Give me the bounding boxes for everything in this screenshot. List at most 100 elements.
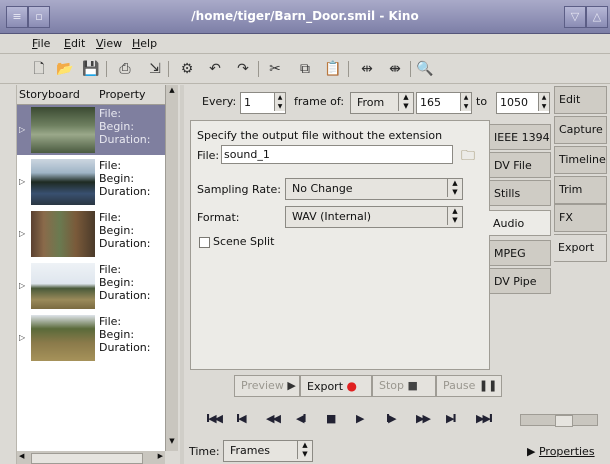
menu-view[interactable]: View: [96, 37, 122, 50]
tab-timeline[interactable]: Timeline: [554, 146, 607, 174]
stop-playback-icon[interactable]: ■: [326, 412, 337, 425]
tab-export[interactable]: Export: [554, 234, 607, 262]
expander-icon[interactable]: ▷: [19, 229, 25, 238]
expander-icon[interactable]: ▷: [19, 333, 25, 342]
clip-thumbnail: [31, 263, 95, 309]
storyboard-horizontal-scrollbar[interactable]: ◀ ▶: [17, 451, 165, 464]
spin-arrows-icon[interactable]: ▲ ▼: [460, 93, 471, 111]
tab-trim[interactable]: Trim: [554, 176, 607, 204]
format-label: Format:: [197, 211, 240, 224]
expander-icon[interactable]: ▷: [19, 125, 25, 134]
clip-thumbnail: [31, 211, 95, 257]
subtab-audio[interactable]: Audio: [489, 210, 551, 236]
clip-row[interactable]: ▷ File: Begin: Duration:: [17, 209, 165, 259]
redo-icon[interactable]: ↷: [232, 58, 254, 80]
previous-frame-icon[interactable]: ◀I: [296, 412, 306, 425]
pause-button[interactable]: Pause ❚❚: [436, 375, 502, 397]
every-spinner[interactable]: 1 ▲ ▼: [240, 92, 286, 114]
storyboard-column-header[interactable]: Storyboard: [19, 88, 80, 101]
frame-of-label: frame of:: [294, 95, 345, 108]
window-title: /home/tiger/Barn_Door.smil - Kino: [191, 9, 419, 23]
cut-icon[interactable]: ✂: [264, 58, 286, 80]
rewind-icon[interactable]: ◀◀: [266, 412, 281, 425]
spin-arrows-icon[interactable]: ▲ ▼: [538, 93, 549, 111]
previous-scene-icon[interactable]: I◀: [236, 412, 246, 425]
next-scene-icon[interactable]: ▶I: [446, 412, 456, 425]
position-slider[interactable]: [520, 414, 598, 427]
scroll-down-icon[interactable]: ▼: [167, 437, 177, 447]
stop-button[interactable]: Stop ■: [372, 375, 436, 397]
preview-button[interactable]: Preview ▶: [234, 375, 300, 397]
browse-folder-icon[interactable]: 🗀: [461, 145, 475, 169]
zoom-icon[interactable]: 🔍: [414, 58, 436, 80]
subtab-ieee1394[interactable]: IEEE 1394: [489, 124, 551, 150]
expander-icon[interactable]: ▷: [19, 177, 25, 186]
scroll-right-icon[interactable]: ▶: [158, 452, 163, 460]
scroll-left-icon[interactable]: ◀: [19, 452, 24, 460]
title-bar: ≡ ▫ /home/tiger/Barn_Door.smil - Kino ▽ …: [0, 0, 610, 34]
chevron-updown-icon: ▲ ▼: [447, 207, 462, 225]
clip-row[interactable]: ▷ File: Begin: Duration:: [17, 313, 165, 363]
capture-icon[interactable]: ⎙: [114, 58, 136, 80]
scene-split-label[interactable]: Scene Split: [213, 235, 274, 248]
storyboard-header: Storyboard Property: [17, 85, 165, 105]
fast-forward-icon[interactable]: ▶▶: [416, 412, 431, 425]
property-column-header[interactable]: Property: [99, 88, 146, 101]
play-icon: ▶: [287, 379, 296, 392]
tab-edit[interactable]: Edit: [554, 86, 607, 114]
clip-row[interactable]: ▷ File: Begin: Duration:: [17, 261, 165, 311]
subtab-dv-file[interactable]: DV File: [489, 152, 551, 178]
left-edge: [0, 85, 17, 464]
clip-row[interactable]: ▷ File: Begin: Duration:: [17, 105, 165, 155]
export-action-bar: Preview ▶ Export ● Stop ■ Pause ❚❚: [230, 373, 514, 399]
open-icon[interactable]: 📂: [54, 58, 76, 80]
tab-capture[interactable]: Capture: [554, 116, 607, 144]
import-icon[interactable]: ⇲: [144, 58, 166, 80]
file-input[interactable]: sound_1: [221, 145, 453, 164]
spin-arrows-icon[interactable]: ▲ ▼: [274, 93, 285, 111]
slider-thumb[interactable]: [555, 415, 573, 427]
range-row: Every: 1 ▲ ▼ frame of: From ▲ ▼ 165 ▲ ▼ to …: [190, 90, 555, 114]
scroll-up-icon[interactable]: ▲: [167, 86, 177, 96]
sampling-rate-label: Sampling Rate:: [197, 183, 281, 196]
to-frame-spinner[interactable]: 1050 ▲ ▼: [496, 92, 550, 114]
every-label: Every:: [202, 95, 237, 108]
properties-expander[interactable]: ▶ Properties: [527, 445, 595, 458]
clip-thumbnail: [31, 315, 95, 361]
subtab-stills[interactable]: Stills: [489, 180, 551, 206]
menu-help[interactable]: Help: [132, 37, 157, 50]
go-to-end-icon[interactable]: ▶▶I: [476, 412, 493, 425]
subtab-dv-pipe[interactable]: DV Pipe: [489, 268, 551, 294]
new-icon[interactable]: 🗋: [28, 58, 50, 80]
clip-row[interactable]: ▷ File: Begin: Duration:: [17, 157, 165, 207]
from-frame-spinner[interactable]: 165 ▲ ▼: [416, 92, 472, 114]
next-frame-icon[interactable]: I▶: [386, 412, 396, 425]
paste-icon[interactable]: 📋: [322, 58, 344, 80]
maximize-icon[interactable]: △: [586, 6, 608, 28]
join-icon[interactable]: ⇼: [384, 58, 406, 80]
expander-icon[interactable]: ▷: [19, 281, 25, 290]
scope-select[interactable]: From ▲ ▼: [350, 92, 414, 114]
undo-icon[interactable]: ↶: [204, 58, 226, 80]
format-select[interactable]: WAV (Internal) ▲ ▼: [285, 206, 463, 228]
export-button[interactable]: Export ●: [300, 375, 372, 397]
subtab-mpeg[interactable]: MPEG: [489, 240, 551, 266]
time-format-select[interactable]: Frames ▲ ▼: [223, 440, 313, 462]
copy-icon[interactable]: ⧉: [294, 58, 316, 80]
sampling-rate-select[interactable]: No Change ▲ ▼: [285, 178, 463, 200]
menu-file[interactable]: File: [32, 37, 50, 50]
menu-edit[interactable]: Edit: [64, 37, 85, 50]
record-icon: ●: [346, 379, 357, 393]
split-icon[interactable]: ⇹: [356, 58, 378, 80]
preferences-icon[interactable]: ⚙: [176, 58, 198, 80]
pane-splitter[interactable]: [180, 85, 184, 464]
scroll-thumb[interactable]: [31, 453, 143, 464]
scene-split-checkbox[interactable]: [199, 237, 210, 248]
save-icon[interactable]: 💾: [80, 58, 102, 80]
minimize-icon[interactable]: ▽: [564, 6, 586, 28]
go-to-start-icon[interactable]: I◀◀: [206, 412, 223, 425]
storyboard-vertical-scrollbar[interactable]: ▲ ▼: [165, 85, 178, 451]
tab-fx[interactable]: FX: [554, 204, 607, 232]
play-icon[interactable]: ▶: [356, 412, 365, 425]
expander-icon: ▶: [527, 445, 536, 458]
